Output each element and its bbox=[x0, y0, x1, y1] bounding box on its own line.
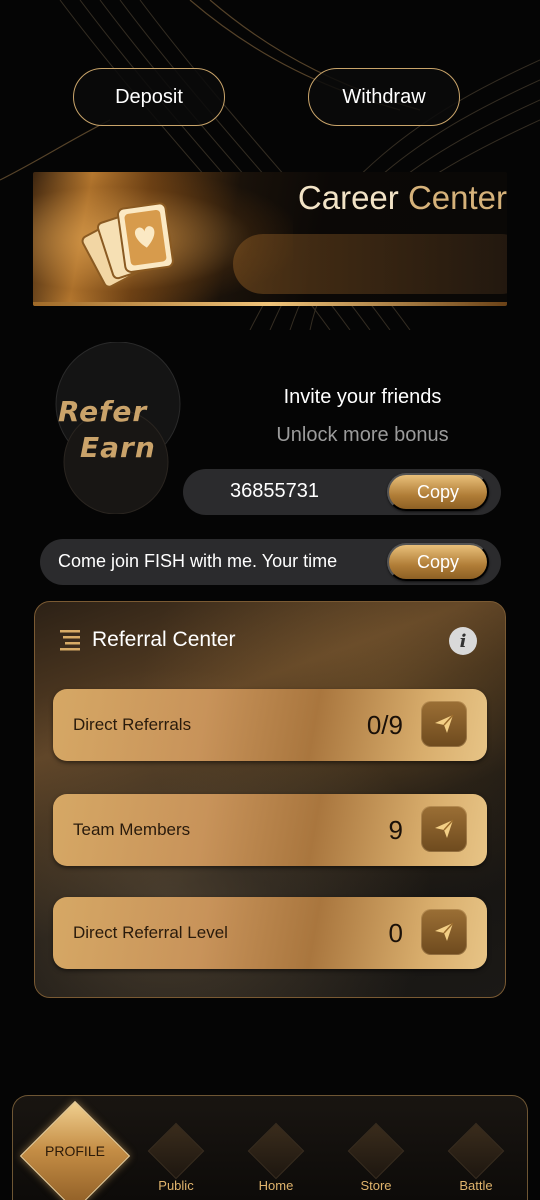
withdraw-button[interactable]: Withdraw bbox=[308, 68, 460, 126]
direct-referrals-label: Direct Referrals bbox=[73, 715, 192, 734]
info-icon[interactable]: i bbox=[449, 627, 477, 655]
invite-message-text: Come join FISH with me. Your time bbox=[58, 551, 338, 571]
direct-referral-level-card[interactable]: Direct Referral Level 0 bbox=[53, 897, 487, 969]
invite-title: Invite your friends bbox=[283, 386, 442, 408]
banner-title-part1: Career bbox=[297, 179, 399, 216]
diamond-icon bbox=[347, 1122, 405, 1180]
copy-message-button[interactable]: Copy bbox=[387, 543, 489, 581]
copy-code-button[interactable]: Copy bbox=[387, 473, 489, 511]
nav-label-profile[interactable]: PROFILE bbox=[26, 1143, 124, 1159]
nav-item-home[interactable]: Home bbox=[226, 1096, 326, 1200]
refer-earn-logo-line2: Earn bbox=[80, 431, 156, 464]
invite-code-value: 36855731 bbox=[230, 480, 319, 502]
direct-referral-level-label: Direct Referral Level bbox=[73, 923, 228, 942]
send-arrow-icon bbox=[435, 922, 454, 941]
nav-label-store: Store bbox=[360, 1178, 392, 1193]
nav-label-public: Public bbox=[158, 1178, 194, 1193]
career-center-banner[interactable]: Career Center bbox=[33, 172, 507, 306]
diamond-icon bbox=[147, 1122, 205, 1180]
direct-referrals-card[interactable]: Direct Referrals 0/9 bbox=[53, 689, 487, 761]
direct-referral-level-send-button[interactable] bbox=[421, 909, 467, 955]
nav-item-public[interactable]: Public bbox=[126, 1096, 226, 1200]
banner-title: Career Center bbox=[260, 178, 507, 218]
playing-cards-heart-icon bbox=[81, 202, 174, 288]
diamond-icon bbox=[247, 1122, 305, 1180]
banner-pill-decoration bbox=[233, 234, 507, 294]
refer-earn-logo-text: Refer Earn bbox=[58, 394, 156, 466]
team-members-send-button[interactable] bbox=[421, 806, 467, 852]
send-arrow-icon bbox=[435, 714, 454, 733]
direct-referrals-value: 0/9 bbox=[366, 709, 403, 740]
direct-referrals-send-button[interactable] bbox=[421, 701, 467, 747]
direct-referral-level-value: 0 bbox=[388, 917, 403, 948]
refer-earn-logo-line1: Refer bbox=[58, 395, 148, 428]
banner-bottom-border bbox=[33, 302, 507, 306]
team-members-value: 9 bbox=[388, 814, 403, 845]
nav-item-battle[interactable]: Battle bbox=[426, 1096, 526, 1200]
deposit-button[interactable]: Deposit bbox=[73, 68, 225, 126]
referral-center-title: Referral Center bbox=[92, 628, 236, 651]
team-members-label: Team Members bbox=[73, 820, 191, 839]
diamond-icon bbox=[447, 1122, 505, 1180]
banner-title-part2: Center bbox=[407, 179, 507, 216]
menu-lines-icon bbox=[60, 630, 80, 651]
send-arrow-icon bbox=[435, 819, 454, 838]
nav-label-battle: Battle bbox=[459, 1178, 493, 1193]
nav-label-home: Home bbox=[258, 1178, 294, 1193]
nav-item-store[interactable]: Store bbox=[326, 1096, 426, 1200]
team-members-card[interactable]: Team Members 9 bbox=[53, 794, 487, 866]
invite-subtitle: Unlock more bonus bbox=[276, 424, 449, 446]
